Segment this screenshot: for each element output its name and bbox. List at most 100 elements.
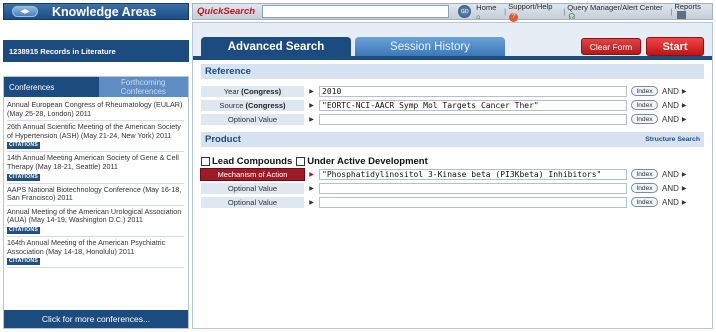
start-button[interactable]: Start — [646, 37, 704, 56]
triangle-right-icon[interactable]: ▶ — [682, 185, 687, 192]
and-operator[interactable]: AND — [662, 170, 679, 179]
triangle-right-icon[interactable]: ▶ — [304, 102, 319, 109]
triangle-right-icon[interactable]: ▶ — [304, 88, 319, 95]
under-development-checkbox[interactable] — [296, 157, 306, 166]
triangle-right-icon[interactable]: ▶ — [682, 171, 687, 178]
reports-icon — [677, 11, 687, 19]
support-link-label: Support/Help — [508, 1, 553, 11]
reference-row-year: Year (Congress) ▶ 2010 Index AND ▶ — [201, 85, 704, 97]
triangle-right-icon[interactable]: ▶ — [682, 116, 687, 123]
structure-search-link[interactable]: Structure Search — [645, 136, 700, 143]
citations-badge[interactable]: CITATIONS — [7, 258, 40, 266]
and-operator[interactable]: AND — [662, 184, 679, 193]
index-button[interactable]: Index — [631, 169, 658, 179]
field-label[interactable]: Mechanism of Action — [200, 167, 305, 181]
conference-title: 14th Annual Meeting American Society of … — [7, 153, 179, 171]
home-link[interactable]: Home ⌂ — [476, 3, 502, 21]
citations-badge[interactable]: CITATIONS — [7, 226, 40, 234]
more-conferences-button[interactable]: Click for more conferences... — [4, 310, 188, 328]
triangle-right-icon[interactable]: ▶ — [304, 116, 319, 123]
product-row-optional-1: Optional Value ▶ Index AND ▶ — [201, 182, 704, 194]
index-button[interactable]: Index — [631, 100, 658, 110]
list-item[interactable]: 26th Annual Scientific Meeting of the Am… — [7, 121, 184, 153]
reference-row-optional: Optional Value ▶ Index AND ▶ — [201, 113, 704, 125]
reports-link-label: Reports — [674, 2, 701, 11]
collapse-toggle-icon[interactable]: ◀▶ — [12, 6, 38, 17]
list-item[interactable]: 164th Annual Meeting of the American Psy… — [7, 237, 184, 269]
alert-icon: ☊ — [568, 11, 576, 21]
field-label-text: Optional Value — [227, 114, 278, 124]
source-value-field[interactable]: "EORTC-NCI-AACR Symp Mol Targets Cancer … — [319, 99, 627, 111]
conferences-box: Conferences Forthcoming Conferences Annu… — [3, 76, 189, 329]
reference-section-header: Reference — [201, 64, 704, 79]
top-links: Home ⌂ | Support/Help? | Query Manager/A… — [476, 2, 712, 22]
home-link-label: Home — [476, 2, 497, 12]
and-operator[interactable]: AND — [662, 115, 679, 124]
home-icon: ⌂ — [476, 13, 481, 21]
triangle-right-icon[interactable]: ▶ — [682, 102, 687, 109]
help-icon: ? — [509, 12, 519, 22]
separator: | — [670, 7, 673, 16]
quick-search-label: QuickSearch — [197, 6, 256, 17]
index-button[interactable]: Index — [631, 86, 658, 96]
reference-row-source: Source (Congress) ▶ "EORTC-NCI-AACR Symp … — [201, 99, 704, 111]
list-item[interactable]: 14th Annual Meeting American Society of … — [7, 152, 184, 184]
tab-conferences[interactable]: Conferences — [4, 77, 99, 97]
optional-value-field[interactable] — [319, 182, 627, 194]
field-label[interactable]: Optional Value — [201, 182, 304, 194]
separator: | — [504, 7, 507, 16]
triangle-right-icon[interactable]: ▶ — [304, 171, 319, 178]
mechanism-value-field[interactable]: "Phosphatidylinositol 3-Kinase beta (PI3… — [319, 168, 627, 180]
query-manager-link-label: Query Manager/Alert Center — [567, 2, 663, 12]
product-row-optional-2: Optional Value ▶ Index AND ▶ — [201, 196, 704, 208]
field-label[interactable]: Optional Value — [201, 196, 304, 208]
index-button[interactable]: Index — [631, 197, 658, 207]
field-label[interactable]: Source (Congress) — [201, 99, 304, 111]
knowledge-areas-panel: ◀▶ Knowledge Areas 1238915 Records in Li… — [3, 3, 189, 329]
list-item[interactable]: AAPS National Biotechnology Conference (… — [7, 184, 184, 206]
reports-link[interactable]: Reports — [674, 2, 712, 21]
clear-form-button[interactable]: Clear Form — [581, 38, 641, 55]
and-operator[interactable]: AND — [662, 101, 679, 110]
triangle-right-icon[interactable]: ▶ — [682, 88, 687, 95]
year-value-field[interactable]: 2010 — [319, 85, 627, 97]
tab-forthcoming-conferences[interactable]: Forthcoming Conferences — [98, 77, 188, 97]
optional-value-field[interactable] — [319, 113, 627, 125]
tab-session-history[interactable]: Session History — [355, 37, 505, 56]
field-label[interactable]: Optional Value — [201, 113, 304, 125]
knowledge-areas-header: ◀▶ Knowledge Areas — [3, 3, 189, 20]
triangle-right-icon[interactable]: ▶ — [304, 199, 319, 206]
search-tab-row: Advanced Search Session History Clear Fo… — [193, 23, 712, 60]
and-operator[interactable]: AND — [662, 198, 679, 207]
product-section-header: Product Structure Search — [201, 132, 704, 147]
conference-title: 26th Annual Scientific Meeting of the Am… — [7, 122, 181, 140]
quick-search-input[interactable] — [261, 5, 450, 18]
conference-list: Annual European Congress of Rheumatology… — [4, 97, 188, 269]
triangle-right-icon[interactable]: ▶ — [682, 199, 687, 206]
list-item[interactable]: Annual European Congress of Rheumatology… — [7, 99, 184, 122]
support-link[interactable]: Support/Help? — [508, 2, 561, 22]
knowledge-areas-title: Knowledge Areas — [52, 4, 157, 19]
list-item[interactable]: Annual Meeting of the American Urologica… — [7, 206, 184, 237]
lead-compounds-checkbox[interactable] — [201, 157, 210, 166]
top-toolbar: QuickSearch GO Home ⌂ | Support/Help? | … — [192, 2, 713, 22]
index-button[interactable]: Index — [631, 114, 658, 124]
and-operator[interactable]: AND — [662, 87, 679, 96]
go-button[interactable]: GO — [458, 5, 472, 18]
conference-tabs: Conferences Forthcoming Conferences — [4, 77, 188, 97]
field-label[interactable]: Year (Congress) — [201, 85, 304, 97]
citations-badge[interactable]: CITATIONS — [7, 142, 40, 150]
tab-advanced-search[interactable]: Advanced Search — [201, 37, 351, 56]
advanced-search-panel: Advanced Search Session History Clear Fo… — [192, 22, 713, 329]
query-manager-link[interactable]: Query Manager/Alert Center☊ — [567, 3, 668, 21]
records-count: 1238915 Records in Literature — [3, 40, 189, 62]
triangle-right-icon[interactable]: ▶ — [304, 185, 319, 192]
field-qualifier: (Congress) — [241, 86, 282, 96]
optional-value-field[interactable] — [319, 196, 627, 208]
field-qualifier: (Congress) — [245, 100, 286, 110]
citations-badge[interactable]: CITATIONS — [7, 173, 40, 181]
reference-heading: Reference — [205, 66, 251, 77]
separator: | — [563, 7, 566, 16]
index-button[interactable]: Index — [631, 183, 658, 193]
product-row-mechanism: Mechanism of Action ▶ "Phosphatidylinosi… — [200, 167, 704, 181]
